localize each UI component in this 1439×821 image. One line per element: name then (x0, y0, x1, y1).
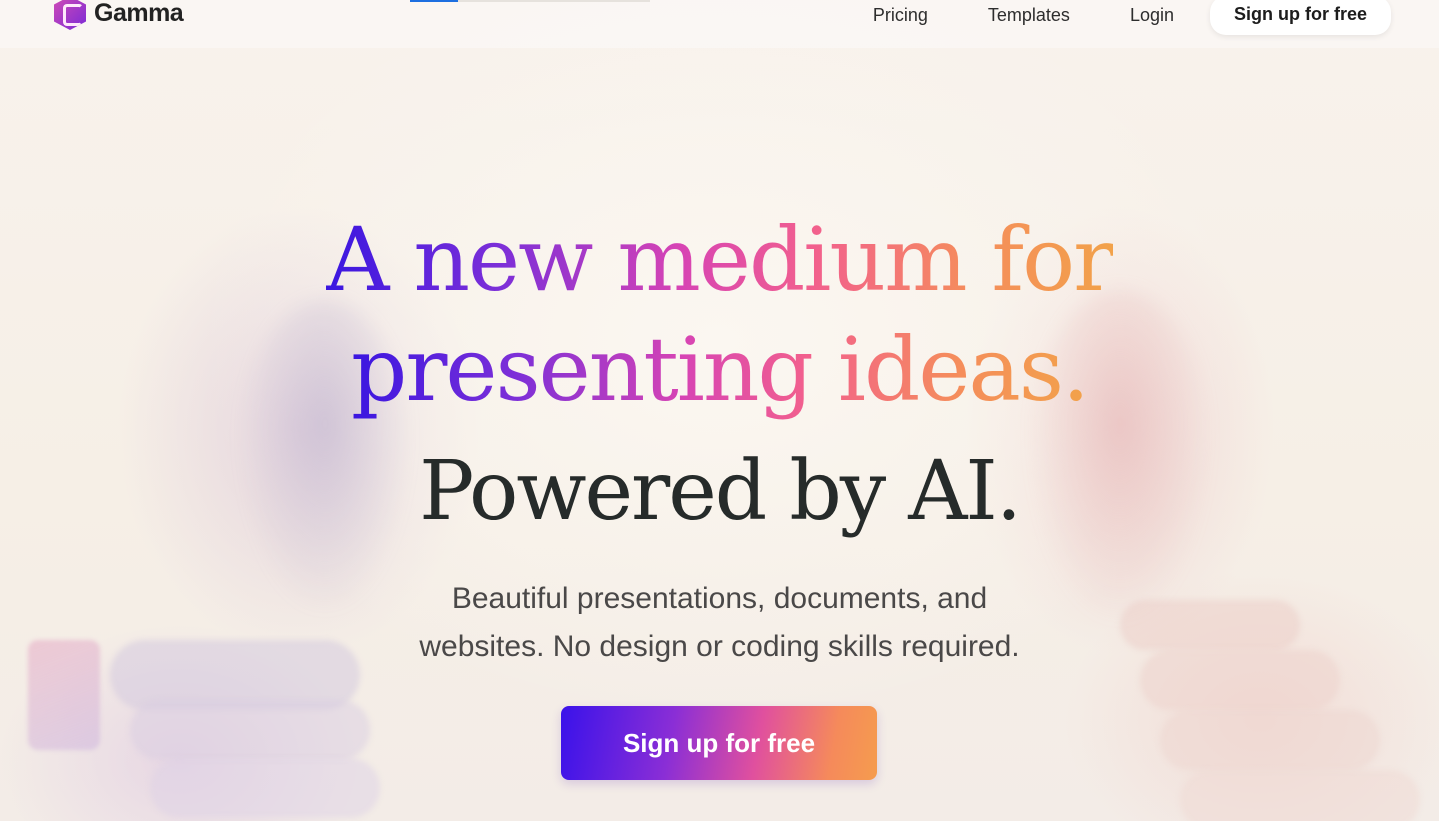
background-stair (1180, 770, 1420, 821)
nav-pricing-link[interactable]: Pricing (843, 0, 958, 34)
background-stair (1160, 710, 1380, 770)
hero-headline-text: presenting ideas. (350, 318, 1090, 421)
brand-logo[interactable]: Gamma (54, 0, 184, 30)
background-stair (130, 700, 370, 760)
hero-headline-text: A new medium for (325, 208, 1115, 311)
nav-login-link[interactable]: Login (1100, 0, 1192, 34)
header-signup-button[interactable]: Sign up for free (1209, 0, 1391, 35)
hero-subtitle-line-2: websites. No design or coding skills req… (419, 630, 1020, 663)
page-load-progress-fill (410, 0, 458, 2)
hero-headline-line-1: A new medium for (0, 205, 1439, 315)
top-nav: Pricing Templates Login Sign up for free (843, 0, 1391, 35)
background-stair (150, 758, 380, 818)
hero-headline-line-2: presenting ideas. (0, 315, 1439, 425)
hero-subtitle-line-1: Beautiful presentations, documents, and (451, 582, 988, 615)
hero-signup-button[interactable]: Sign up for free (561, 706, 877, 780)
nav-templates-link[interactable]: Templates (958, 0, 1100, 34)
gamma-logo-icon (54, 0, 86, 30)
hero-tagline: Powered by AI. (419, 444, 1022, 539)
brand-name: Gamma (94, 0, 184, 27)
page-load-progress (410, 0, 650, 2)
site-header: Gamma Pricing Templates Login Sign up fo… (0, 0, 1439, 48)
